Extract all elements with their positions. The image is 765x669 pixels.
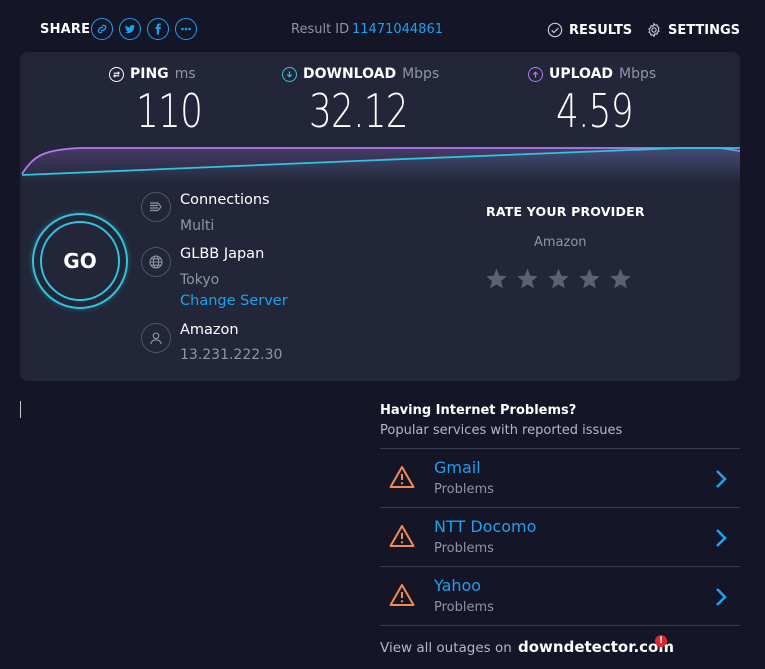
results-button[interactable]: RESULTS [547,22,632,38]
problem-row-yahoo[interactable]: Yahoo Problems [380,566,740,625]
twitter-share-button[interactable] [119,18,141,40]
star-4-icon[interactable] [578,267,601,290]
upload-header: UPLOAD Mbps [528,66,656,82]
server-location: Tokyo [180,272,220,288]
twitter-icon [125,24,135,34]
ping-label: PING [130,66,169,82]
go-button[interactable]: GO [32,213,128,309]
problem-row-ntt-docomo[interactable]: NTT Docomo Problems [380,507,740,566]
problem-status: Problems [434,541,494,556]
go-label: GO [40,221,120,301]
alert-badge-icon: ! [655,635,667,647]
chevron-right-icon [716,529,727,547]
text-cursor [20,401,21,418]
problem-status: Problems [434,482,494,497]
connections-value: Multi [180,218,215,234]
upload-unit: Mbps [619,66,657,82]
result-id-link[interactable]: 11471044861 [352,22,443,37]
problem-status: Problems [434,600,494,615]
globe-icon [149,255,163,269]
problems-title: Having Internet Problems? [380,403,577,418]
downdetector-link[interactable]: downdetector.com [518,638,674,656]
check-circle-icon [547,22,563,38]
result-id-label: Result ID [291,22,350,37]
problems-divider [380,625,740,626]
isp-name: Amazon [180,322,239,338]
warning-icon [389,584,415,606]
results-label: RESULTS [569,22,633,38]
ping-header: PING ms [109,66,196,82]
star-5-icon[interactable] [609,267,632,290]
connections-icon-circle [141,192,171,222]
change-server-link[interactable]: Change Server [180,293,288,309]
rate-provider-name: Amazon [534,235,587,250]
view-outages-text: View all outages on [380,640,512,656]
chevron-right-icon [716,470,727,488]
upload-value: 4.59 [556,84,634,138]
isp-ip: 13.231.222.30 [180,347,283,363]
star-2-icon[interactable] [516,267,539,290]
speed-graph [21,147,740,182]
link-icon [97,24,107,34]
upload-label: UPLOAD [549,66,614,82]
chevron-right-icon [716,588,727,606]
user-icon [150,332,162,345]
gear-icon [648,22,660,38]
facebook-icon [155,23,161,35]
ping-value: 110 [136,84,203,138]
download-header: DOWNLOAD Mbps [282,66,439,82]
problem-service-name: NTT Docomo [434,517,537,536]
speedtest-panel: PING ms 110 DOWNLOAD Mbps 32.12 UPLOAD M… [20,52,740,381]
star-1-icon[interactable] [485,267,508,290]
server-name: GLBB Japan [180,246,265,262]
download-arrow-icon [282,66,297,82]
problem-row-gmail[interactable]: Gmail Problems [380,448,740,507]
settings-label: SETTINGS [668,22,741,38]
problem-service-name: Yahoo [434,576,482,595]
upload-arrow-icon [528,66,543,82]
globe-icon-circle [141,247,171,277]
rate-provider-title: RATE YOUR PROVIDER [486,204,645,219]
problems-subtitle: Popular services with reported issues [380,423,623,438]
more-share-button[interactable] [175,18,197,40]
download-unit: Mbps [402,66,440,82]
facebook-share-button[interactable] [147,18,169,40]
warning-icon [389,466,415,488]
user-icon-circle [141,323,171,353]
ping-unit: ms [174,66,196,82]
link-share-button[interactable] [91,18,113,40]
ping-icon [109,66,124,82]
star-3-icon[interactable] [547,267,570,290]
share-label: SHARE [40,22,91,37]
connections-icon [150,202,162,212]
download-label: DOWNLOAD [303,66,397,82]
star-rating [485,267,632,290]
problem-service-name: Gmail [434,458,481,477]
more-icon [181,27,191,31]
settings-button[interactable]: SETTINGS [646,22,740,38]
connections-title: Connections [180,192,270,208]
warning-icon [389,525,415,547]
download-value: 32.12 [309,84,409,138]
